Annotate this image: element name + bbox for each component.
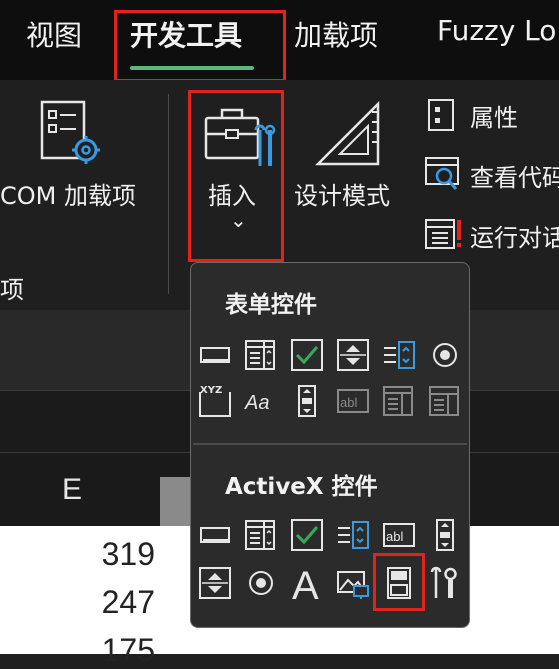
button-form-control-icon[interactable]: [197, 337, 233, 373]
view-code-label[interactable]: 查看代码: [470, 158, 559, 193]
scroll-bar-form-control-icon[interactable]: [289, 383, 325, 419]
more-controls-icon[interactable]: [427, 565, 463, 601]
run-dialog-icon[interactable]: [424, 216, 462, 252]
insert-controls-dropdown: 表单控件 XYZ Aa abl ActiveX 控件 abl A: [190, 262, 470, 628]
group-box-glyph: XYZ: [200, 385, 222, 396]
tab-view[interactable]: 视图: [26, 14, 82, 54]
properties-icon[interactable]: [426, 98, 458, 132]
tab-add-ins[interactable]: 加载项: [294, 14, 378, 54]
label-activex-control-icon[interactable]: A: [289, 561, 329, 605]
selected-column-header[interactable]: [160, 477, 192, 527]
button-activex-control-icon[interactable]: [197, 517, 233, 553]
list-box-activex-control-icon[interactable]: [335, 517, 371, 553]
cell-value[interactable]: 319: [102, 536, 155, 573]
design-mode-icon[interactable]: [312, 98, 386, 170]
combo-drop-down-edit-form-control-icon[interactable]: [427, 383, 463, 419]
option-button-form-control-icon[interactable]: [427, 337, 463, 373]
check-box-form-control-icon[interactable]: [289, 337, 325, 373]
scroll-bar-activex-control-icon[interactable]: [427, 517, 463, 553]
toggle-button-highlight: [373, 553, 425, 611]
cell-value[interactable]: 247: [102, 584, 155, 621]
insert-button-highlight: [188, 90, 284, 262]
text-box-activex-control-icon[interactable]: abl: [381, 517, 417, 553]
group-box-form-control-icon[interactable]: XYZ: [197, 383, 233, 419]
ribbon-separator: [168, 94, 169, 294]
combo-list-edit-form-control-icon[interactable]: [381, 383, 417, 419]
run-dialog-label[interactable]: 运行对话: [470, 218, 559, 253]
spin-button-form-control-icon[interactable]: [335, 337, 371, 373]
text-field-glyph: abl: [340, 395, 357, 410]
combo-box-form-control-icon[interactable]: [243, 337, 279, 373]
check-box-activex-control-icon[interactable]: [289, 517, 325, 553]
com-add-ins-icon[interactable]: [36, 98, 106, 170]
image-activex-control-icon[interactable]: [335, 565, 371, 601]
option-button-activex-control-icon[interactable]: [243, 565, 279, 601]
label-form-control-icon[interactable]: Aa: [243, 383, 279, 419]
group-label-fragment: 项: [0, 276, 24, 304]
column-header-e[interactable]: E: [62, 473, 82, 507]
com-add-ins-label[interactable]: COM 加载项: [0, 176, 136, 211]
combo-box-activex-control-icon[interactable]: [243, 517, 279, 553]
form-controls-title: 表单控件: [225, 292, 317, 318]
activex-controls-title: ActiveX 控件: [225, 474, 378, 500]
ribbon-tab-bar: 视图 开发工具 加载项 Fuzzy Lo: [0, 0, 559, 82]
view-code-icon[interactable]: [424, 156, 462, 192]
tab-fuzzy-lookup[interactable]: Fuzzy Lo: [437, 14, 556, 47]
text-box-glyph: abl: [386, 529, 403, 544]
dropdown-divider: [193, 443, 467, 445]
cell-value[interactable]: 175: [102, 632, 155, 669]
text-field-form-control-icon[interactable]: abl: [335, 383, 371, 419]
properties-label[interactable]: 属性: [470, 98, 518, 133]
label-activex-glyph: A: [292, 564, 319, 605]
label-glyph: Aa: [244, 392, 269, 414]
design-mode-label[interactable]: 设计模式: [294, 176, 390, 211]
list-box-form-control-icon[interactable]: [381, 337, 417, 373]
spin-button-activex-control-icon[interactable]: [197, 565, 233, 601]
developer-tab-highlight: [114, 10, 286, 82]
